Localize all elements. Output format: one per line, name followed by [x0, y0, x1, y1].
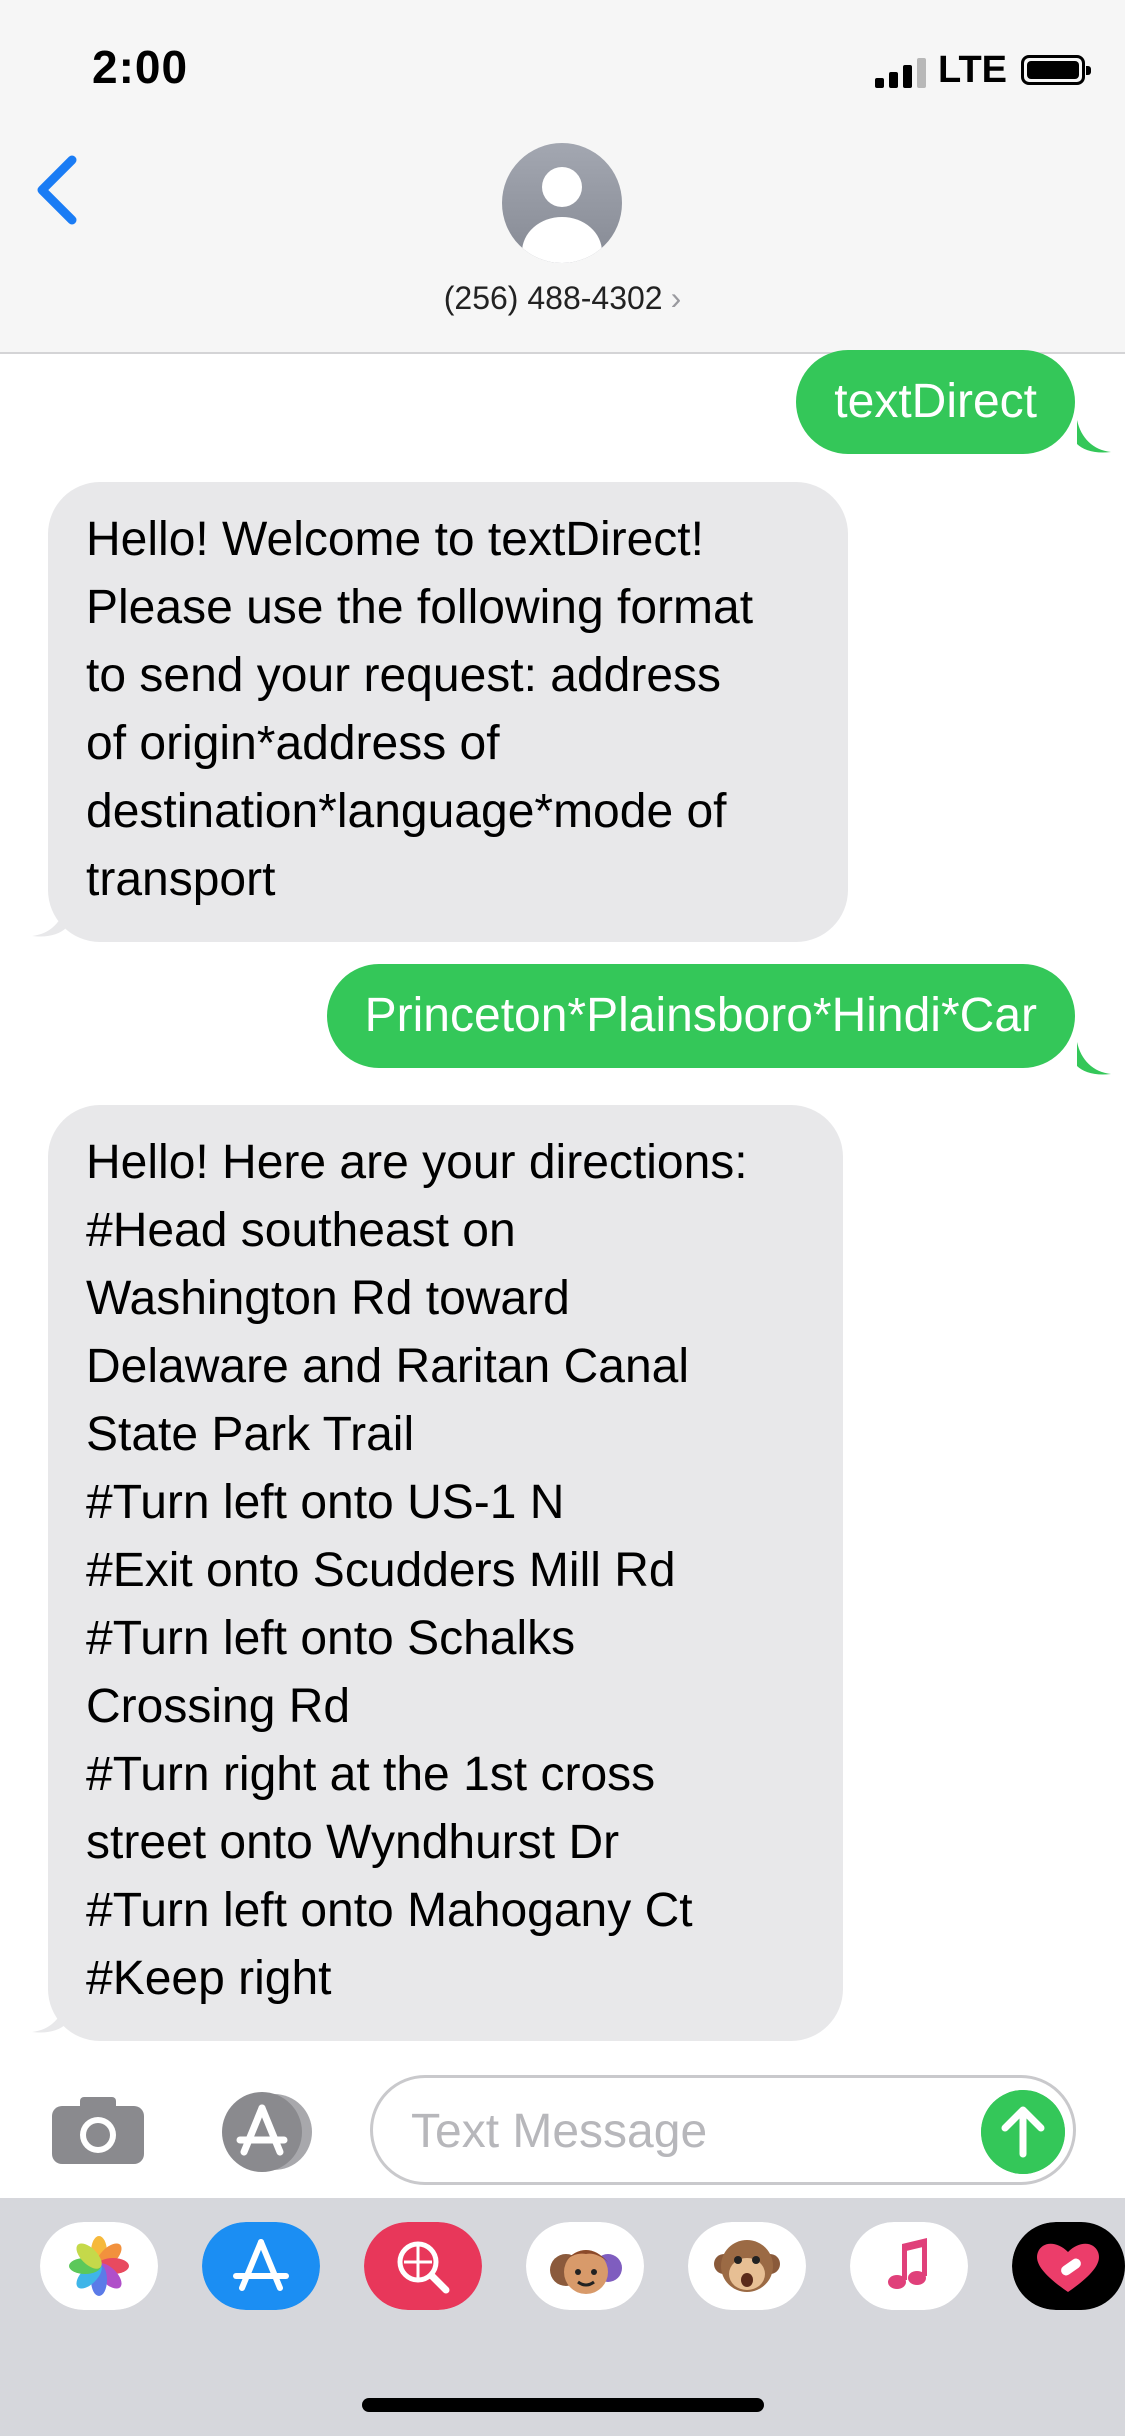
message-text: textDirect — [834, 375, 1037, 428]
conversation-header: 2:00 LTE (256) 488-4302 › — [0, 0, 1125, 354]
bubble-tail — [32, 904, 66, 937]
battery-icon — [1021, 55, 1091, 85]
network-label: LTE — [938, 48, 1007, 91]
message-text: Princeton*Plainsboro*Hindi*Car — [364, 989, 1037, 1042]
message-line: to send your request: address — [86, 649, 722, 702]
status-time: 2:00 — [92, 41, 189, 93]
sent-message-bubble[interactable]: textDirect — [796, 350, 1075, 454]
message-line: of origin*address of — [86, 717, 500, 770]
camera-icon[interactable] — [50, 2094, 146, 2166]
received-message-bubble[interactable]: Hello! Here are your directions: #Head s… — [48, 1105, 843, 2041]
status-indicators: LTE — [875, 48, 1091, 92]
message-line: #Head southeast on — [86, 1204, 516, 1257]
music-icon[interactable] — [850, 2222, 968, 2310]
app-store-drawer-icon[interactable] — [208, 2090, 320, 2174]
memoji-icon[interactable] — [526, 2222, 644, 2310]
message-line: State Park Trail — [86, 1408, 415, 1461]
animoji-icon[interactable] — [688, 2222, 806, 2310]
message-line: Crossing Rd — [86, 1680, 351, 1733]
sent-message-bubble[interactable]: Princeton*Plainsboro*Hindi*Car — [326, 964, 1075, 1068]
message-line: destination*language*mode of — [86, 785, 727, 838]
chevron-right-icon: › — [670, 280, 682, 316]
bubble-tail — [32, 2000, 66, 2033]
message-line: #Exit onto Scudders Mill Rd — [86, 1544, 676, 1597]
message-line: Hello! Here are your directions: — [86, 1136, 748, 1189]
message-line: street onto Wyndhurst Dr — [86, 1816, 620, 1869]
send-arrow-icon[interactable] — [981, 2090, 1065, 2174]
message-line: transport — [86, 853, 276, 906]
web-search-icon[interactable] — [364, 2222, 482, 2310]
message-line: #Turn left onto US-1 N — [86, 1476, 565, 1529]
contact-name[interactable]: (256) 488-4302 › — [0, 280, 1125, 317]
message-line: Hello! Welcome to textDirect! — [86, 513, 704, 566]
message-input-placeholder: Text Message — [411, 2105, 708, 2158]
message-line: #Turn right at the 1st cross — [86, 1748, 656, 1801]
message-line: #Turn left onto Mahogany Ct — [86, 1884, 693, 1937]
app-store-icon[interactable] — [202, 2222, 320, 2310]
photos-icon[interactable] — [40, 2222, 158, 2310]
contact-avatar[interactable] — [502, 143, 622, 263]
message-input[interactable]: Text Message — [370, 2075, 1076, 2185]
message-line: Please use the following format — [86, 581, 754, 634]
digital-touch-icon[interactable] — [1012, 2222, 1125, 2310]
bubble-tail — [1077, 1042, 1111, 1075]
signal-icon — [875, 52, 927, 88]
received-message-bubble[interactable]: Hello! Welcome to textDirect! Please use… — [48, 482, 848, 942]
message-line: Delaware and Raritan Canal — [86, 1340, 689, 1393]
home-indicator[interactable] — [362, 2398, 764, 2412]
back-icon[interactable] — [28, 150, 88, 230]
contact-number: (256) 488-4302 — [443, 280, 663, 316]
message-line: #Turn left onto Schalks — [86, 1612, 576, 1665]
message-line: #Keep right — [86, 1952, 332, 2005]
message-line: Washington Rd toward — [86, 1272, 570, 1325]
bubble-tail — [1077, 420, 1111, 453]
